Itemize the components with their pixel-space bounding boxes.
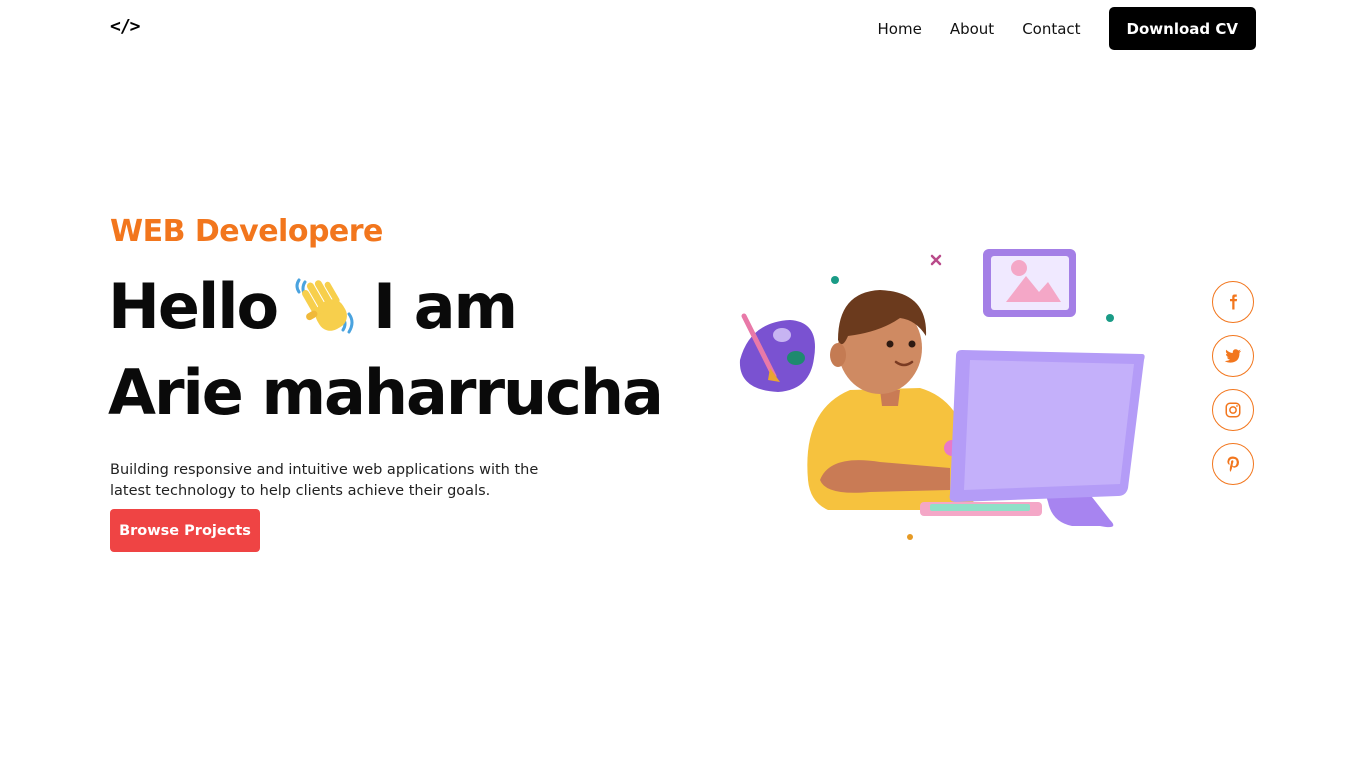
hero-name: Arie maharrucha [108, 356, 664, 429]
download-cv-button[interactable]: Download CV [1108, 7, 1256, 50]
developer-illustration [730, 240, 1150, 550]
instagram-button[interactable] [1212, 389, 1254, 431]
facebook-button[interactable] [1212, 281, 1254, 323]
nav-link-contact[interactable]: Contact [1022, 20, 1080, 38]
pinterest-button[interactable] [1212, 443, 1254, 485]
social-links [1212, 281, 1254, 497]
logo[interactable]: </> [110, 16, 140, 37]
computer-monitor [949, 350, 1145, 528]
instagram-icon [1225, 402, 1241, 418]
nav-link-home[interactable]: Home [878, 20, 922, 38]
decor-dot [1106, 314, 1114, 322]
waving-hand-icon [291, 272, 361, 342]
decor-cross [930, 254, 942, 266]
person-figure [807, 290, 974, 510]
keyboard [920, 502, 1042, 516]
greeting-i-am: I am [373, 270, 518, 343]
decor-dot [907, 534, 913, 540]
hero-description: Building responsive and intuitive web ap… [110, 461, 539, 499]
page: </> Home About Contact Download CV WEB D… [0, 0, 1366, 768]
headline-line-1: Hello I am [108, 264, 662, 350]
top-nav: Home About Contact Download CV [878, 7, 1256, 50]
facebook-icon [1230, 294, 1238, 310]
paint-palette-icon [739, 313, 815, 392]
twitter-icon [1224, 349, 1242, 363]
browse-projects-button[interactable]: Browse Projects [110, 509, 260, 552]
twitter-button[interactable] [1212, 335, 1254, 377]
greeting-hello: Hello [108, 270, 279, 343]
hero-role: WEB Developere [110, 214, 383, 249]
hero-headline: Hello I am Arie maharrucha [108, 264, 664, 436]
picture-frame-icon [983, 249, 1076, 317]
nav-link-about[interactable]: About [950, 20, 994, 38]
headline-line-2: Arie maharrucha [108, 350, 664, 436]
decor-dot [831, 276, 839, 284]
pinterest-icon [1227, 456, 1239, 472]
